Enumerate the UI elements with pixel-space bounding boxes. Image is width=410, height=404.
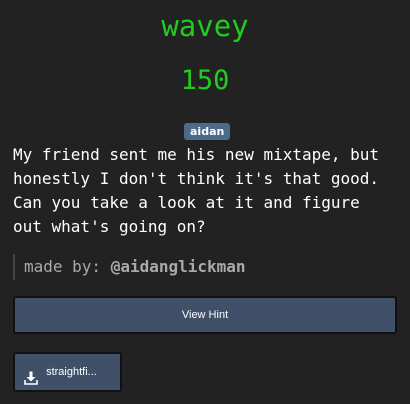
challenge-panel: wavey 150 aidan My friend sent me his ne…: [0, 0, 410, 404]
author-handle: @aidanglickman: [110, 257, 246, 276]
made-by-line: made by: @aidanglickman: [13, 254, 246, 280]
challenge-points: 150: [180, 65, 230, 96]
download-file-button[interactable]: straightfi...: [13, 352, 122, 392]
view-hint-button[interactable]: View Hint: [13, 296, 397, 334]
author-tag-badge: aidan: [184, 123, 231, 140]
challenge-title: wavey: [161, 9, 249, 43]
made-by-label: made by:: [24, 257, 102, 276]
challenge-description: My friend sent me his new mixtape, but h…: [13, 145, 380, 236]
download-file-label: straightfi...: [46, 366, 97, 379]
download-icon: [24, 364, 38, 385]
